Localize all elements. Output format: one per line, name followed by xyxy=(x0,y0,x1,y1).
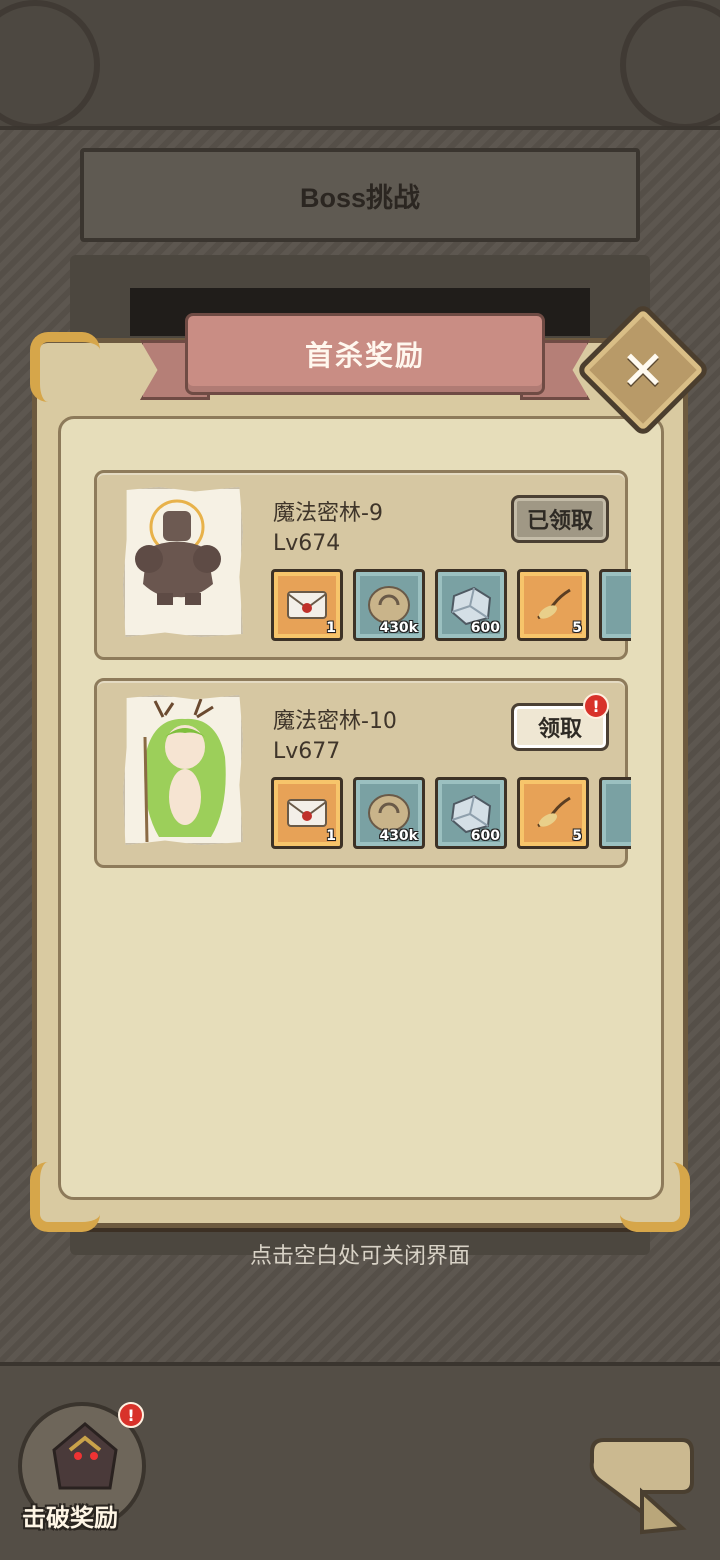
reward-items: 1 430k 600 5 xyxy=(271,569,631,643)
reward-card: 魔法密林-10 Lv677 领取 ! 1 430k 600 5 xyxy=(94,678,631,868)
reward-item[interactable]: 5 xyxy=(517,777,589,849)
treasure-chest-icon xyxy=(52,1422,118,1490)
notification-badge: ! xyxy=(583,693,609,719)
reward-item[interactable] xyxy=(599,777,631,849)
item-count: 5 xyxy=(572,828,582,844)
boss-level: Lv677 xyxy=(273,739,341,764)
item-count: 600 xyxy=(470,620,500,636)
boss-level: Lv674 xyxy=(273,531,341,556)
stone-golem-icon xyxy=(135,499,221,605)
reward-card: 魔法密林-9 Lv674 已领取 1 430k 600 5 xyxy=(94,470,631,660)
reward-item[interactable]: 1 xyxy=(271,777,343,849)
root-icon xyxy=(537,796,571,828)
gold-corner xyxy=(30,332,100,402)
item-count: 1 xyxy=(326,620,336,636)
stage-name: 魔法密林-9 xyxy=(273,501,383,526)
root-icon xyxy=(537,588,571,620)
reward-item[interactable]: 600 xyxy=(435,569,507,641)
claimed-button[interactable]: 已领取 xyxy=(511,495,609,543)
reward-item[interactable]: 5 xyxy=(517,569,589,641)
back-arrow-icon[interactable] xyxy=(582,1432,700,1538)
modal-title: 首杀奖励 xyxy=(304,339,425,372)
kill-reward-label: 击破奖励 xyxy=(22,1504,118,1532)
boss-portrait xyxy=(123,695,243,845)
top-header xyxy=(0,0,720,130)
reward-item[interactable]: 600 xyxy=(435,777,507,849)
item-count: 430k xyxy=(379,620,418,636)
letter-icon xyxy=(287,591,327,619)
item-count: 430k xyxy=(379,828,418,844)
letter-icon xyxy=(287,799,327,827)
notification-badge: ! xyxy=(118,1402,144,1428)
item-count: 600 xyxy=(470,828,500,844)
stage-name: 魔法密林-10 xyxy=(273,709,397,734)
reward-item[interactable] xyxy=(599,569,631,641)
modal-title-ribbon: 首杀奖励 xyxy=(185,313,545,395)
boss-portrait xyxy=(123,487,243,637)
close-icon[interactable]: ✕ xyxy=(595,322,691,418)
reward-item[interactable]: 430k xyxy=(353,569,425,641)
item-count: 5 xyxy=(572,620,582,636)
page-title-banner: Boss挑战 xyxy=(80,148,640,242)
reward-item[interactable]: 430k xyxy=(353,777,425,849)
reward-item[interactable]: 1 xyxy=(271,569,343,641)
page-title: Boss挑战 xyxy=(299,182,421,213)
item-count: 1 xyxy=(326,828,336,844)
reward-items: 1 430k 600 5 xyxy=(271,777,631,851)
forest-dryad-icon xyxy=(143,698,226,843)
close-hint: 点击空白处可关闭界面 xyxy=(249,1244,470,1269)
